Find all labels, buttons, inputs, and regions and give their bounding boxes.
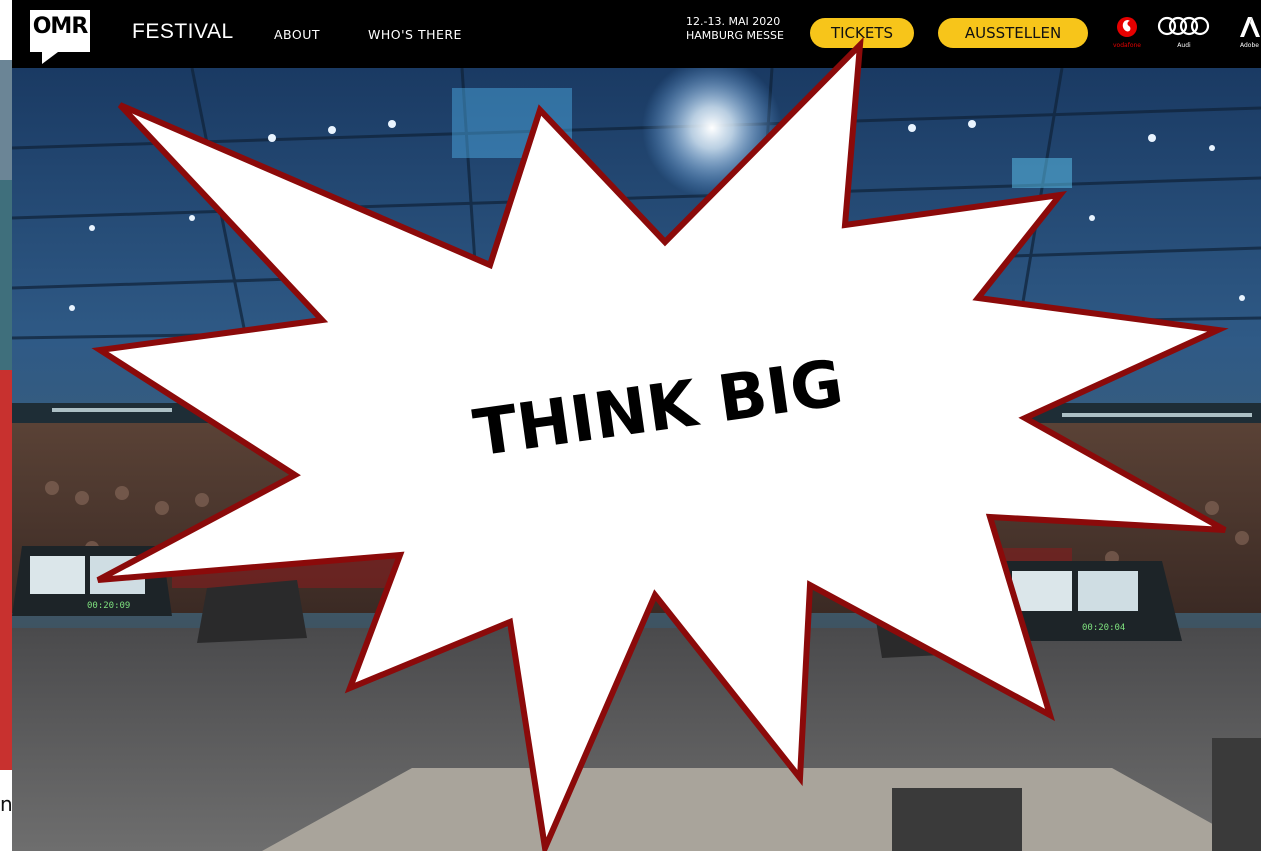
hero-photo: 00:20:09 00:20:04 — [12, 68, 1261, 851]
omr-logo[interactable]: OMR — [30, 10, 90, 52]
event-date: 12.-13. MAI 2020 — [686, 15, 781, 28]
top-navigation-bar: OMR FESTIVAL ABOUT WHO'S THERE 12.-13. M… — [12, 0, 1261, 68]
audi-logo-icon[interactable]: Audi — [1156, 15, 1212, 55]
nav-festival-title[interactable]: FESTIVAL — [132, 20, 234, 44]
conference-hall-photo: 00:20:09 00:20:04 — [12, 68, 1261, 851]
vodafone-logo-icon[interactable]: vodafone — [1112, 15, 1142, 55]
adobe-label: Adobe — [1240, 42, 1259, 49]
vodafone-label: vodafone — [1113, 42, 1141, 49]
event-location: HAMBURG MESSE — [686, 29, 784, 42]
logo-speech-tail-icon — [42, 52, 58, 64]
monitor-left-timer: 00:20:09 — [87, 601, 130, 611]
aussteller-button[interactable]: AUSSTELLEN — [938, 18, 1088, 48]
tickets-button[interactable]: TICKETS — [810, 18, 914, 48]
monitor-right-timer: 00:20:04 — [1082, 623, 1125, 633]
nav-link-about[interactable]: ABOUT — [274, 27, 320, 42]
background-page-text: n — [0, 792, 13, 816]
event-date-location: 12.-13. MAI 2020 HAMBURG MESSE — [686, 15, 784, 43]
logo-text: OMR — [32, 14, 89, 39]
nav-link-whos-there[interactable]: WHO'S THERE — [368, 27, 462, 42]
background-page-edge — [0, 0, 12, 851]
audi-label: Audi — [1177, 42, 1191, 49]
adobe-logo-icon[interactable]: Adobe — [1238, 15, 1261, 55]
